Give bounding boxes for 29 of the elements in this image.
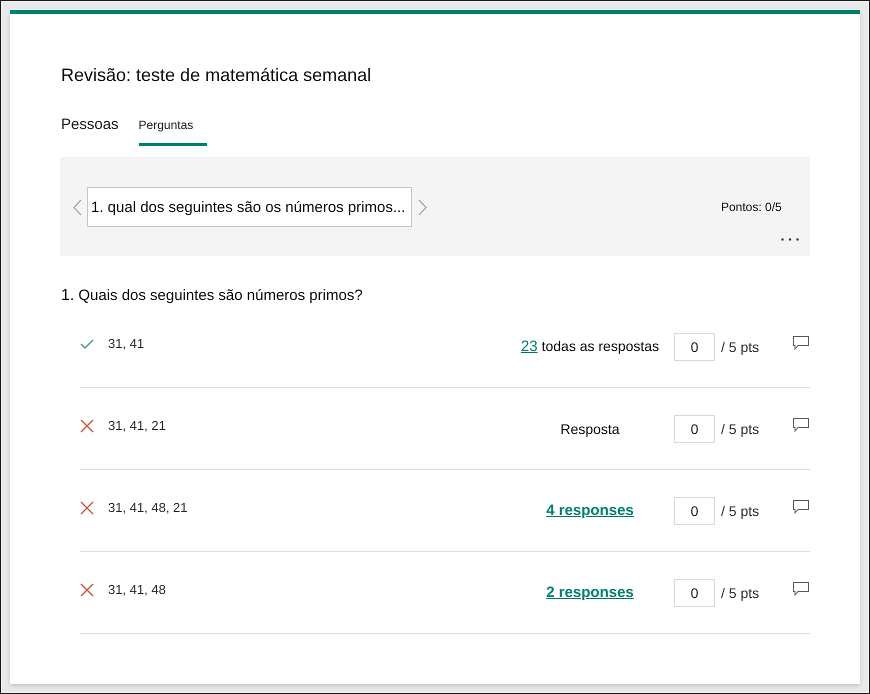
max-points-label: / 5 pts: [721, 338, 760, 354]
page-title: Revisão: teste de matemática semanal: [61, 64, 372, 87]
score-input[interactable]: 0: [674, 578, 715, 606]
question-number: 1.: [61, 286, 74, 306]
answer-text: 31, 41, 48: [108, 582, 167, 597]
score-input[interactable]: 0: [674, 496, 715, 524]
score-input[interactable]: 0: [674, 332, 715, 360]
answer-text: 31, 41, 48, 21: [108, 500, 189, 515]
comment-icon[interactable]: [793, 582, 809, 596]
comment-icon[interactable]: [793, 418, 809, 432]
responses-label: todas as respostas: [542, 338, 660, 354]
question-selector[interactable]: 1. qual dos seguintes são os números primos...: [87, 187, 412, 227]
answer-text: 31, 41: [108, 336, 146, 351]
comment-icon[interactable]: [793, 500, 809, 514]
tab[interactable]: Perguntas: [138, 114, 208, 146]
answer-text: 31, 41, 21: [108, 418, 167, 433]
comment-icon[interactable]: [793, 336, 809, 350]
responses-link[interactable]: 23: [520, 338, 538, 355]
question-text: Quais dos seguintes são números primos?: [78, 286, 363, 306]
responses-label: Resposta: [560, 420, 620, 436]
responses-link[interactable]: 2 responses: [546, 584, 634, 601]
responses-link[interactable]: 4 responses: [546, 502, 634, 519]
max-points-label: / 5 pts: [721, 420, 760, 436]
tab[interactable]: Pessoas: [61, 114, 119, 146]
max-points-label: / 5 pts: [721, 502, 760, 518]
max-points-label: / 5 pts: [721, 584, 760, 600]
more-icon[interactable]: [781, 238, 799, 241]
score-input[interactable]: 0: [674, 414, 715, 442]
points-label: Pontos: 0/5: [721, 200, 783, 214]
